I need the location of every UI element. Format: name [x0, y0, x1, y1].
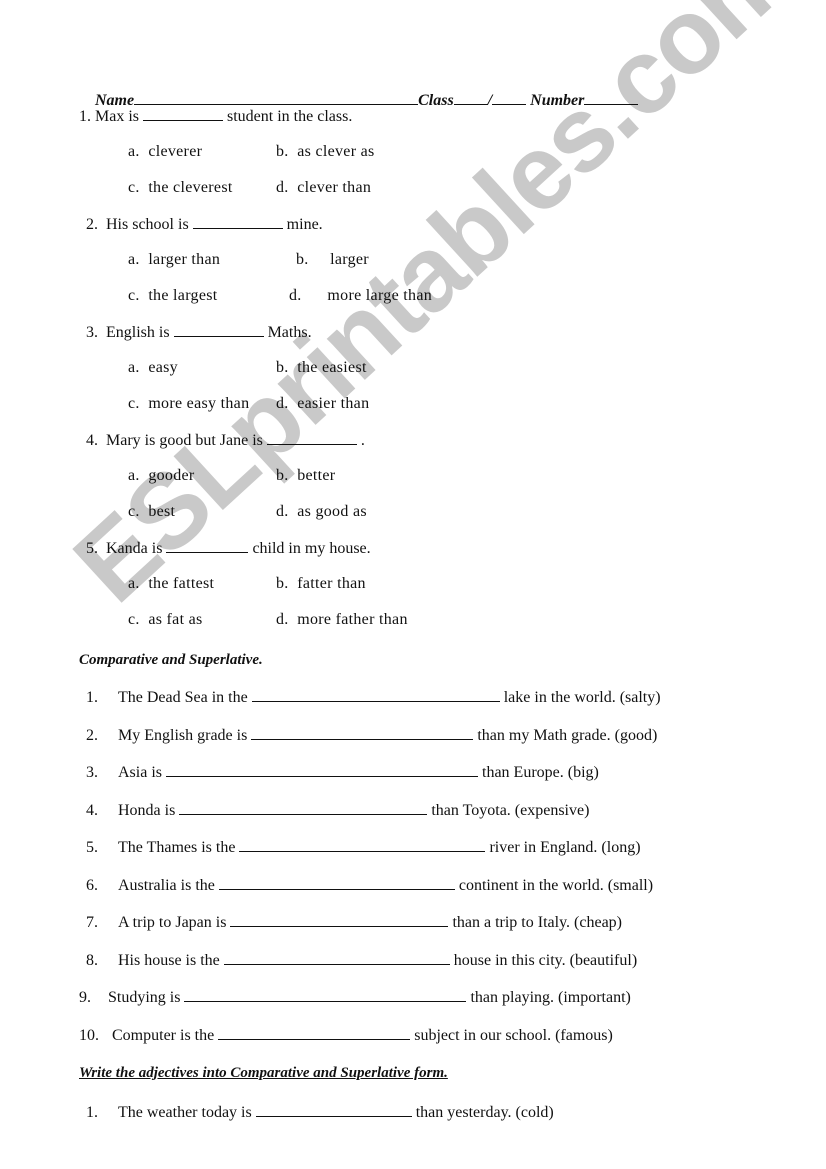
fill-item-1: 1. The Dead Sea in the lake in the world.…: [86, 687, 661, 706]
question-text: Max is: [95, 108, 139, 125]
worksheet-page: Name Class / Number 1. Max is student in t…: [0, 0, 826, 1169]
answer-blank[interactable]: [239, 837, 486, 852]
option-d[interactable]: d. more father than: [276, 610, 408, 630]
option-c[interactable]: c. the cleverest: [128, 178, 233, 198]
option-a[interactable]: a. gooder: [128, 466, 195, 486]
fill-item-4: 4. Honda is than Toyota. (expensive): [86, 800, 590, 819]
question-number: 4.: [86, 432, 98, 449]
answer-blank[interactable]: [218, 875, 455, 890]
answer-blank[interactable]: [266, 430, 357, 445]
answer-blank[interactable]: [166, 538, 249, 553]
answer-blank[interactable]: [184, 987, 467, 1002]
name-blank[interactable]: [134, 90, 419, 105]
class-blank-2[interactable]: [492, 90, 527, 105]
question-text: mine.: [286, 216, 323, 233]
option-c[interactable]: c. more easy than: [128, 394, 249, 414]
fill-item-5: 5. The Thames is the river in England. (l…: [86, 837, 641, 856]
question-text: student in the class.: [227, 108, 353, 125]
write-item-1: 1. The weather today is than yesterday. (…: [86, 1102, 554, 1121]
answer-blank[interactable]: [251, 725, 474, 740]
option-c[interactable]: c. as fat as: [128, 610, 203, 630]
option-b[interactable]: b. fatter than: [276, 574, 366, 594]
option-d[interactable]: d. as good as: [276, 502, 367, 522]
option-d[interactable]: d. clever than: [276, 178, 371, 198]
class-label: Class: [418, 92, 454, 109]
answer-blank[interactable]: [218, 1025, 411, 1040]
option-b[interactable]: b. the easiest: [276, 358, 367, 378]
option-c[interactable]: c. best: [128, 502, 175, 522]
option-a[interactable]: a. easy: [128, 358, 178, 378]
option-a[interactable]: a. cleverer: [128, 142, 202, 162]
answer-blank[interactable]: [251, 687, 500, 702]
fill-item-2: 2. My English grade is than my Math grade…: [86, 725, 658, 744]
question-text: child in my house.: [252, 540, 371, 557]
option-a[interactable]: a. the fattest: [128, 574, 214, 594]
question-text: Mary is good but Jane is: [106, 432, 263, 449]
fill-item-6: 6. Australia is the continent in the worl…: [86, 875, 654, 894]
option-d[interactable]: d. more large than: [289, 286, 432, 306]
answer-blank[interactable]: [192, 214, 283, 229]
number-label: Number: [530, 92, 585, 109]
answer-blank[interactable]: [173, 322, 264, 337]
option-b[interactable]: b. better: [276, 466, 335, 486]
section-title-write-adjectives: Write the adjectives into Comparative an…: [79, 1065, 448, 1081]
section-title-comparative: Comparative and Superlative.: [79, 652, 263, 668]
question-text: .: [360, 432, 365, 449]
class-blank[interactable]: [453, 90, 488, 105]
option-c[interactable]: c. the largest: [128, 286, 218, 306]
question-text: Kanda is: [106, 540, 163, 557]
answer-blank[interactable]: [223, 950, 450, 965]
answer-blank[interactable]: [143, 106, 223, 121]
option-d[interactable]: d. easier than: [276, 394, 369, 414]
number-blank[interactable]: [584, 90, 639, 105]
question-text: English is: [106, 324, 170, 341]
question-number: 1.: [79, 108, 91, 125]
answer-blank[interactable]: [179, 800, 428, 815]
question-number: 5.: [86, 540, 98, 557]
answer-blank[interactable]: [230, 912, 449, 927]
fill-item-10: 10. Computer is the subject in our school…: [79, 1025, 613, 1044]
option-b[interactable]: b. larger: [296, 250, 369, 270]
answer-blank[interactable]: [166, 762, 478, 777]
question-number: 3.: [86, 324, 98, 341]
question-text: His school is: [106, 216, 189, 233]
fill-item-9: 9. Studying is than playing. (important): [79, 987, 631, 1006]
question-number: 2.: [86, 216, 98, 233]
option-a[interactable]: a. larger than: [128, 250, 220, 270]
fill-item-8: 8. His house is the house in this city. (…: [86, 950, 638, 969]
fill-item-3: 3. Asia is than Europe. (big): [86, 762, 599, 781]
fill-item-7: 7. A trip to Japan is than a trip to Ital…: [86, 912, 622, 931]
question-text: Maths.: [267, 324, 312, 341]
answer-blank[interactable]: [255, 1102, 412, 1117]
option-b[interactable]: b. as clever as: [276, 142, 375, 162]
